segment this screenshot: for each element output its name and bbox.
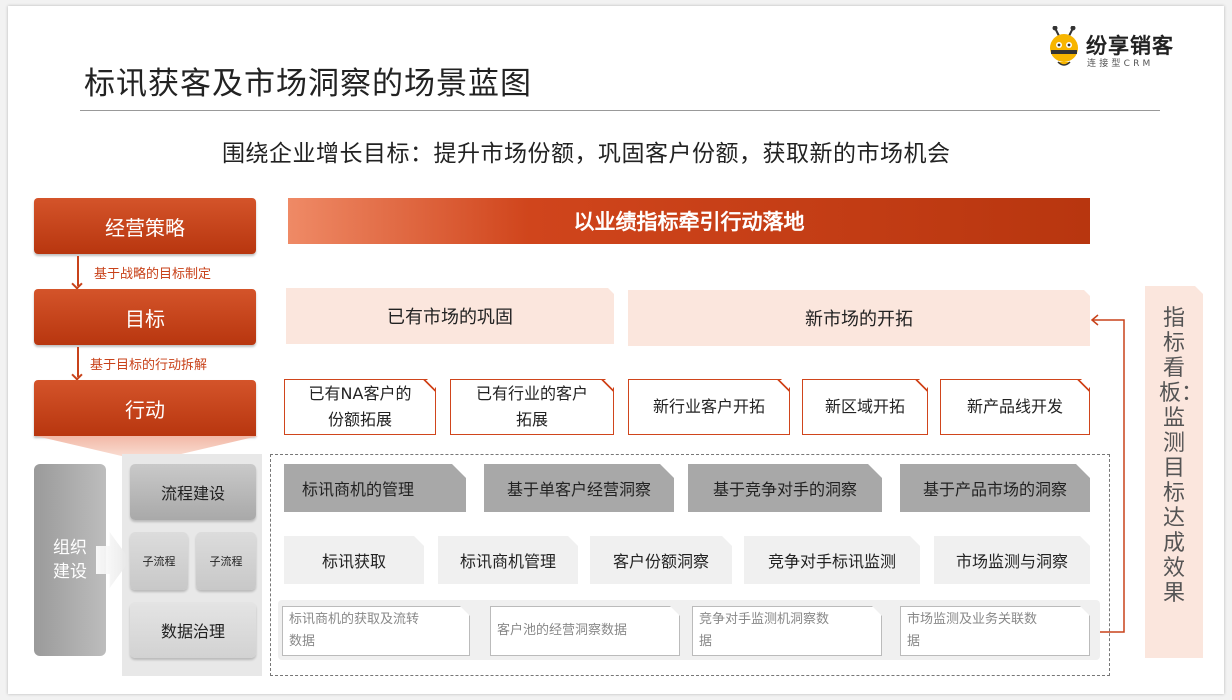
insight-tag: 标讯商机的管理 <box>284 464 466 512</box>
action-box: 行动 <box>34 380 256 436</box>
sub-process-box: 子流程 <box>196 532 256 590</box>
scenario-tag: 客户份额洞察 <box>590 536 732 584</box>
action-card: 新行业客户开拓 <box>628 379 790 435</box>
brand-logo: 纷享销客 连接型CRM <box>1044 24 1204 72</box>
data-item: 竞争对手监测机洞察数据 <box>692 606 882 656</box>
org-building-box: 组织 建设 <box>34 464 106 656</box>
page-title: 标讯获客及市场洞察的场景蓝图 <box>84 66 532 102</box>
data-line: 数据 <box>289 634 316 649</box>
feedback-arrow-icon <box>1090 314 1125 633</box>
strategy-to-goal-label: 基于战略的目标制定 <box>94 267 212 282</box>
bee-mascot-icon <box>1050 26 1078 66</box>
goal-box: 目标 <box>34 289 256 345</box>
kpi-dashboard-label: 指标看板：监测目标达成效果 <box>1159 306 1204 606</box>
down-arrow-icon <box>77 256 79 286</box>
data-line: 据 <box>699 634 713 649</box>
data-item: 客户池的经营洞察数据 <box>490 606 680 656</box>
scenario-tag: 市场监测与洞察 <box>934 536 1090 584</box>
scenario-tag: 竞争对手标讯监测 <box>744 536 920 584</box>
data-line: 据 <box>907 634 921 649</box>
slide: 纷享销客 连接型CRM 标讯获客及市场洞察的场景蓝图 围绕企业增长目标：提升市场… <box>8 6 1224 694</box>
action-line: 已有NA客户的 <box>308 384 412 403</box>
data-item: 标讯商机的获取及流转 数据 <box>282 606 470 656</box>
goal-to-action-label: 基于目标的行动拆解 <box>90 358 208 373</box>
performance-banner: 以业绩指标牵引行动落地 <box>288 198 1090 244</box>
sub-process-box: 子流程 <box>130 532 188 590</box>
goal-new-market: 新市场的开拓 <box>628 290 1090 346</box>
action-line: 份额拓展 <box>327 410 392 429</box>
data-line: 市场监测及业务关联数 <box>907 612 1038 627</box>
title-divider <box>80 110 1160 111</box>
action-line: 拓展 <box>515 410 548 429</box>
down-arrow-icon <box>77 347 79 377</box>
process-building-box: 流程建设 <box>130 464 256 520</box>
action-card: 已有行业的客户 拓展 <box>450 379 614 435</box>
data-line: 竞争对手监测机洞察数 <box>699 612 830 627</box>
action-card: 已有NA客户的 份额拓展 <box>284 379 436 435</box>
org-line: 组织 <box>53 538 87 558</box>
page-subtitle: 围绕企业增长目标：提升市场份额，巩固客户份额，获取新的市场机会 <box>222 141 951 167</box>
data-governance-box: 数据治理 <box>130 602 256 658</box>
action-card: 新区域开拓 <box>802 379 928 435</box>
strategy-box: 经营策略 <box>34 198 256 254</box>
org-line: 建设 <box>53 562 87 582</box>
logo-tagline: 连接型CRM <box>1087 59 1154 69</box>
insight-tag: 基于竞争对手的洞察 <box>688 464 882 512</box>
action-line: 已有行业的客户 <box>475 384 588 403</box>
insight-tag: 基于单客户经营洞察 <box>484 464 674 512</box>
action-card: 新产品线开发 <box>940 379 1090 435</box>
data-item: 市场监测及业务关联数据 <box>900 606 1090 656</box>
scenario-tag: 标讯商机管理 <box>438 536 578 584</box>
insight-tag: 基于产品市场的洞察 <box>900 464 1090 512</box>
scenario-tag: 标讯获取 <box>284 536 424 584</box>
data-line: 标讯商机的获取及流转 <box>289 612 420 627</box>
goal-existing-market: 已有市场的巩固 <box>286 288 614 344</box>
